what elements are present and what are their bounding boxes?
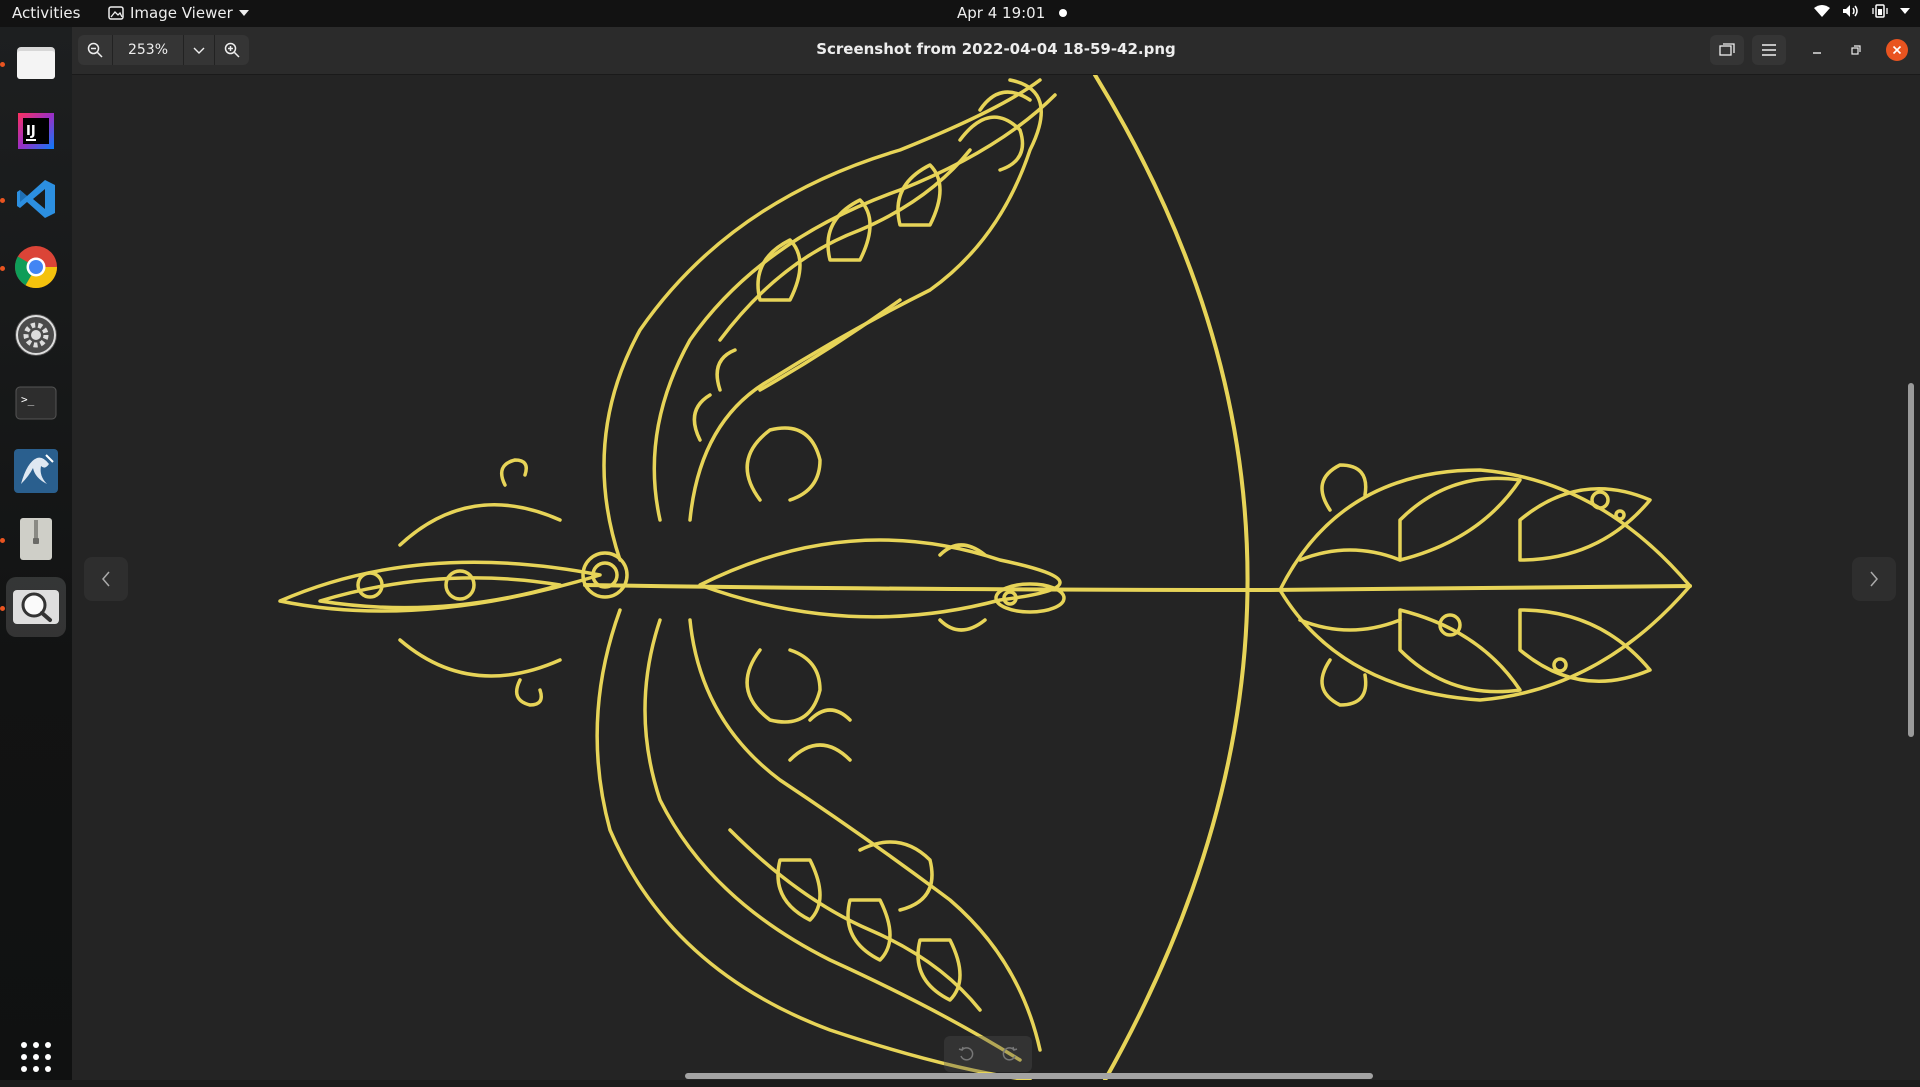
dock-item-chrome[interactable] bbox=[6, 237, 66, 297]
grid-icon bbox=[21, 1042, 51, 1072]
settings-gear-icon bbox=[15, 314, 57, 356]
rotate-right-button[interactable] bbox=[988, 1036, 1032, 1072]
files-icon bbox=[17, 47, 55, 79]
image-viewer-window: 253% Screenshot from 2022-04-04 18-59-42… bbox=[72, 27, 1920, 1080]
restore-button[interactable] bbox=[1845, 39, 1867, 61]
activities-button[interactable]: Activities bbox=[12, 4, 80, 22]
dock-item-archive-manager[interactable] bbox=[6, 509, 66, 569]
dock-item-intellij[interactable]: IJ bbox=[6, 101, 66, 161]
running-indicator-icon bbox=[0, 62, 5, 67]
horizontal-scrollbar[interactable] bbox=[685, 1073, 1373, 1079]
system-tray[interactable] bbox=[1814, 4, 1910, 18]
image-viewer-icon bbox=[13, 590, 59, 624]
previous-image-button[interactable] bbox=[84, 557, 128, 601]
fullscreen-button[interactable] bbox=[1710, 35, 1744, 65]
chevron-down-icon bbox=[238, 10, 249, 16]
clock[interactable]: Apr 4 19:01 bbox=[957, 4, 1068, 22]
battery-icon bbox=[1872, 4, 1888, 18]
chevron-right-icon bbox=[1870, 571, 1878, 587]
dock-item-image-viewer[interactable] bbox=[6, 577, 66, 637]
clock-text: Apr 4 19:01 bbox=[957, 4, 1046, 22]
volume-icon bbox=[1843, 5, 1858, 17]
svg-text:>_: >_ bbox=[21, 393, 35, 406]
dock-item-mysql-workbench[interactable] bbox=[6, 441, 66, 501]
chevron-left-icon bbox=[102, 571, 110, 587]
dock-item-settings[interactable] bbox=[6, 305, 66, 365]
dock-item-terminal[interactable]: >_ bbox=[6, 373, 66, 433]
dock: IJ >_ bbox=[0, 27, 72, 1080]
wifi-icon bbox=[1814, 5, 1830, 17]
archive-icon bbox=[20, 518, 52, 560]
sagittarius-arrow-image bbox=[278, 75, 1692, 1080]
window-title: Screenshot from 2022-04-04 18-59-42.png bbox=[816, 40, 1176, 58]
image-canvas[interactable] bbox=[72, 75, 1920, 1080]
hamburger-menu-icon bbox=[1762, 44, 1776, 56]
minimize-button[interactable] bbox=[1806, 39, 1828, 61]
dock-item-vscode[interactable] bbox=[6, 169, 66, 229]
main-menu-button[interactable] bbox=[1752, 35, 1786, 65]
fullscreen-icon bbox=[1719, 43, 1735, 56]
image-viewer-small-icon bbox=[108, 6, 124, 20]
mysql-workbench-icon bbox=[14, 449, 58, 493]
rotate-left-button[interactable] bbox=[944, 1036, 988, 1072]
chrome-icon bbox=[14, 246, 58, 289]
rotate-right-icon bbox=[1002, 1046, 1018, 1061]
dock-item-files[interactable] bbox=[6, 33, 66, 93]
show-applications-button[interactable] bbox=[6, 1027, 66, 1087]
running-indicator-icon bbox=[0, 266, 5, 271]
system-menu-icon bbox=[1900, 8, 1910, 14]
notification-dot-icon bbox=[1059, 9, 1068, 17]
restore-icon bbox=[1851, 45, 1861, 55]
vertical-scrollbar[interactable] bbox=[1908, 383, 1914, 737]
app-menu-label: Image Viewer bbox=[130, 4, 233, 22]
next-image-button[interactable] bbox=[1852, 557, 1896, 601]
running-indicator-icon bbox=[0, 538, 5, 543]
intellij-icon: IJ bbox=[18, 113, 54, 149]
header-bar: 253% Screenshot from 2022-04-04 18-59-42… bbox=[72, 27, 1920, 75]
running-indicator-icon bbox=[0, 606, 5, 611]
running-indicator-icon bbox=[0, 198, 5, 203]
minimize-icon bbox=[1813, 52, 1821, 54]
rotate-left-icon bbox=[958, 1046, 974, 1061]
vscode-icon bbox=[17, 180, 55, 218]
top-bar: Activities Image Viewer Apr 4 19:01 bbox=[0, 0, 1920, 27]
close-icon bbox=[1892, 45, 1902, 55]
terminal-icon: >_ bbox=[15, 386, 57, 420]
close-button[interactable] bbox=[1886, 39, 1908, 61]
svg-text:IJ: IJ bbox=[26, 124, 36, 139]
app-menu[interactable]: Image Viewer bbox=[108, 4, 249, 22]
